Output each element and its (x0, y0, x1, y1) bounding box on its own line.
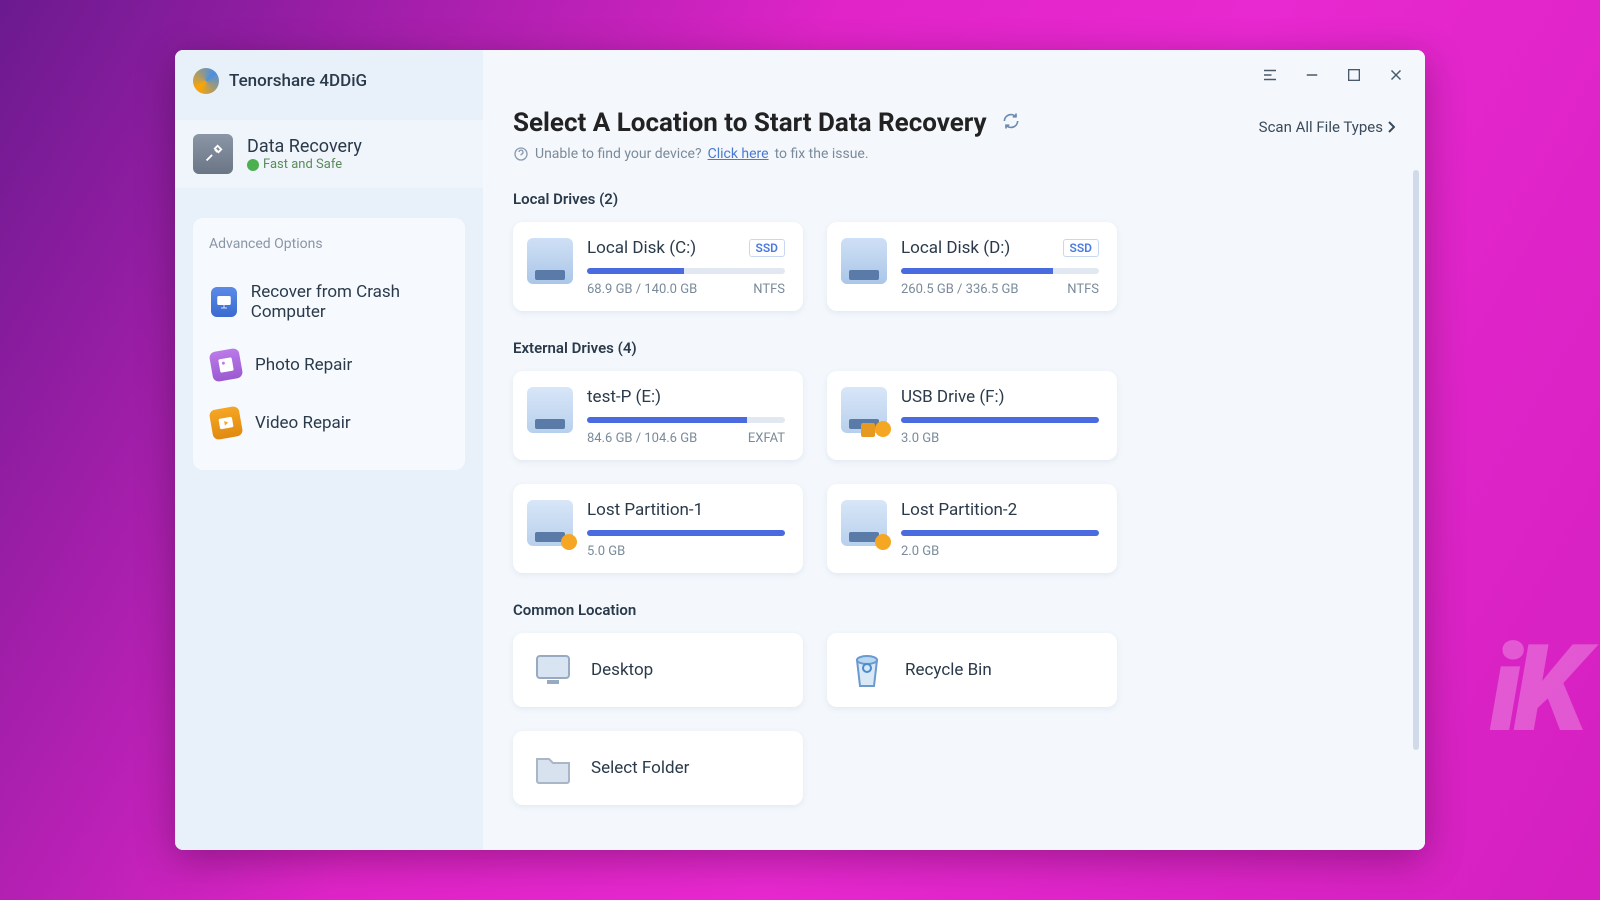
external-drive-card-1[interactable]: USB Drive (F:) 3.0 GB (827, 371, 1117, 460)
monitor-icon (211, 287, 237, 317)
drive-size: 2.0 GB (901, 544, 939, 559)
common-location-label: Desktop (591, 660, 653, 680)
app-logo-icon (193, 68, 219, 94)
minimize-button[interactable] (1301, 64, 1323, 86)
drive-usage-bar (901, 530, 1099, 536)
help-prefix: Unable to find your device? (535, 146, 702, 162)
drive-size: 5.0 GB (587, 544, 625, 559)
adv-label-video: Video Repair (255, 413, 351, 433)
desktop-icon (531, 650, 575, 690)
drive-usage-bar (587, 417, 785, 423)
sidebar-primary-subtitle-text: Fast and Safe (263, 157, 342, 172)
drive-name: Local Disk (C:) (587, 238, 696, 258)
video-icon (209, 406, 244, 441)
common-location-desktop[interactable]: Desktop (513, 633, 803, 707)
app-title: Tenorshare 4DDiG (229, 71, 367, 91)
sidebar-primary-subtitle: Fast and Safe (247, 157, 362, 172)
drive-usage-bar (587, 268, 785, 274)
sidebar-primary-text: Data Recovery Fast and Safe (247, 136, 362, 172)
drive-size: 68.9 GB / 140.0 GB (587, 282, 697, 297)
drive-size: 3.0 GB (901, 431, 939, 446)
drive-name: Lost Partition-2 (901, 500, 1017, 520)
drive-usage-bar (901, 268, 1099, 274)
folder-icon (531, 748, 575, 788)
external-drives-grid: test-P (E:) 84.6 GB / 104.6 GB EXFAT USB… (513, 371, 1395, 573)
drive-usage-bar (587, 530, 785, 536)
drive-ssd-tag: SSD (749, 239, 785, 257)
photo-icon (209, 348, 244, 383)
drive-ssd-tag: SSD (1063, 239, 1099, 257)
scrollbar[interactable] (1413, 170, 1419, 750)
warning-badge-icon (875, 421, 891, 437)
app-title-bar: Tenorshare 4DDiG (175, 50, 483, 120)
refresh-icon[interactable] (1001, 111, 1021, 135)
drive-size: 84.6 GB / 104.6 GB (587, 431, 697, 446)
common-location-grid: Desktop Recycle Bin Select Folder (513, 633, 1395, 805)
drive-name: Lost Partition-1 (587, 500, 703, 520)
warning-badge-icon (875, 534, 891, 550)
external-drive-card-3[interactable]: Lost Partition-2 2.0 GB (827, 484, 1117, 573)
chevron-right-icon (1387, 121, 1395, 133)
drive-filesystem: NTFS (753, 282, 785, 297)
drive-filesystem: EXFAT (748, 431, 785, 446)
sidebar-item-crash-recover[interactable]: Recover from Crash Computer (209, 268, 449, 336)
advanced-options-title: Advanced Options (209, 236, 449, 252)
local-drive-card-1[interactable]: Local Disk (D:) SSD 260.5 GB / 336.5 GB … (827, 222, 1117, 311)
drive-name: USB Drive (F:) (901, 387, 1005, 407)
drive-icon (841, 238, 887, 284)
external-drives-title: External Drives (4) (513, 339, 1395, 357)
sidebar-item-video-repair[interactable]: Video Repair (209, 394, 449, 452)
local-drive-card-0[interactable]: Local Disk (C:) SSD 68.9 GB / 140.0 GB N… (513, 222, 803, 311)
close-button[interactable] (1385, 64, 1407, 86)
window-controls (1259, 64, 1407, 86)
sidebar: Tenorshare 4DDiG Data Recovery Fast and … (175, 50, 483, 850)
drive-usage-bar (901, 417, 1099, 423)
drive-filesystem: NTFS (1067, 282, 1099, 297)
help-text: Unable to find your device? Click here t… (513, 146, 1021, 162)
app-window: Tenorshare 4DDiG Data Recovery Fast and … (175, 50, 1425, 850)
main-panel: Select A Location to Start Data Recovery… (483, 50, 1425, 850)
watermark: iK (1490, 620, 1580, 760)
sidebar-item-photo-repair[interactable]: Photo Repair (209, 336, 449, 394)
menu-button[interactable] (1259, 64, 1281, 86)
sidebar-primary-title: Data Recovery (247, 136, 362, 157)
maximize-button[interactable] (1343, 64, 1365, 86)
sidebar-item-data-recovery[interactable]: Data Recovery Fast and Safe (175, 120, 483, 188)
help-suffix: to fix the issue. (775, 146, 869, 162)
common-location-label: Select Folder (591, 758, 689, 778)
check-badge-icon (247, 159, 259, 171)
external-drive-card-0[interactable]: test-P (E:) 84.6 GB / 104.6 GB EXFAT (513, 371, 803, 460)
help-link[interactable]: Click here (708, 146, 769, 162)
drive-size: 260.5 GB / 336.5 GB (901, 282, 1018, 297)
warning-badge-icon (561, 534, 577, 550)
recycle-icon (845, 650, 889, 690)
drive-icon (527, 238, 573, 284)
external-drive-card-2[interactable]: Lost Partition-1 5.0 GB (513, 484, 803, 573)
common-location-label: Recycle Bin (905, 660, 992, 680)
help-icon (513, 146, 529, 162)
tools-icon (193, 134, 233, 174)
adv-label-crash: Recover from Crash Computer (251, 282, 447, 322)
drive-icon (527, 387, 573, 433)
drive-name: Local Disk (D:) (901, 238, 1010, 258)
scan-all-label: Scan All File Types (1259, 118, 1383, 136)
main-header: Select A Location to Start Data Recovery… (513, 108, 1395, 162)
local-drives-grid: Local Disk (C:) SSD 68.9 GB / 140.0 GB N… (513, 222, 1395, 311)
common-location-recycle[interactable]: Recycle Bin (827, 633, 1117, 707)
advanced-options-panel: Advanced Options Recover from Crash Comp… (193, 218, 465, 470)
page-title: Select A Location to Start Data Recovery (513, 108, 987, 138)
scan-all-file-types-button[interactable]: Scan All File Types (1259, 118, 1395, 136)
adv-label-photo: Photo Repair (255, 355, 352, 375)
local-drives-title: Local Drives (2) (513, 190, 1395, 208)
common-location-folder[interactable]: Select Folder (513, 731, 803, 805)
drive-name: test-P (E:) (587, 387, 661, 407)
common-location-title: Common Location (513, 601, 1395, 619)
